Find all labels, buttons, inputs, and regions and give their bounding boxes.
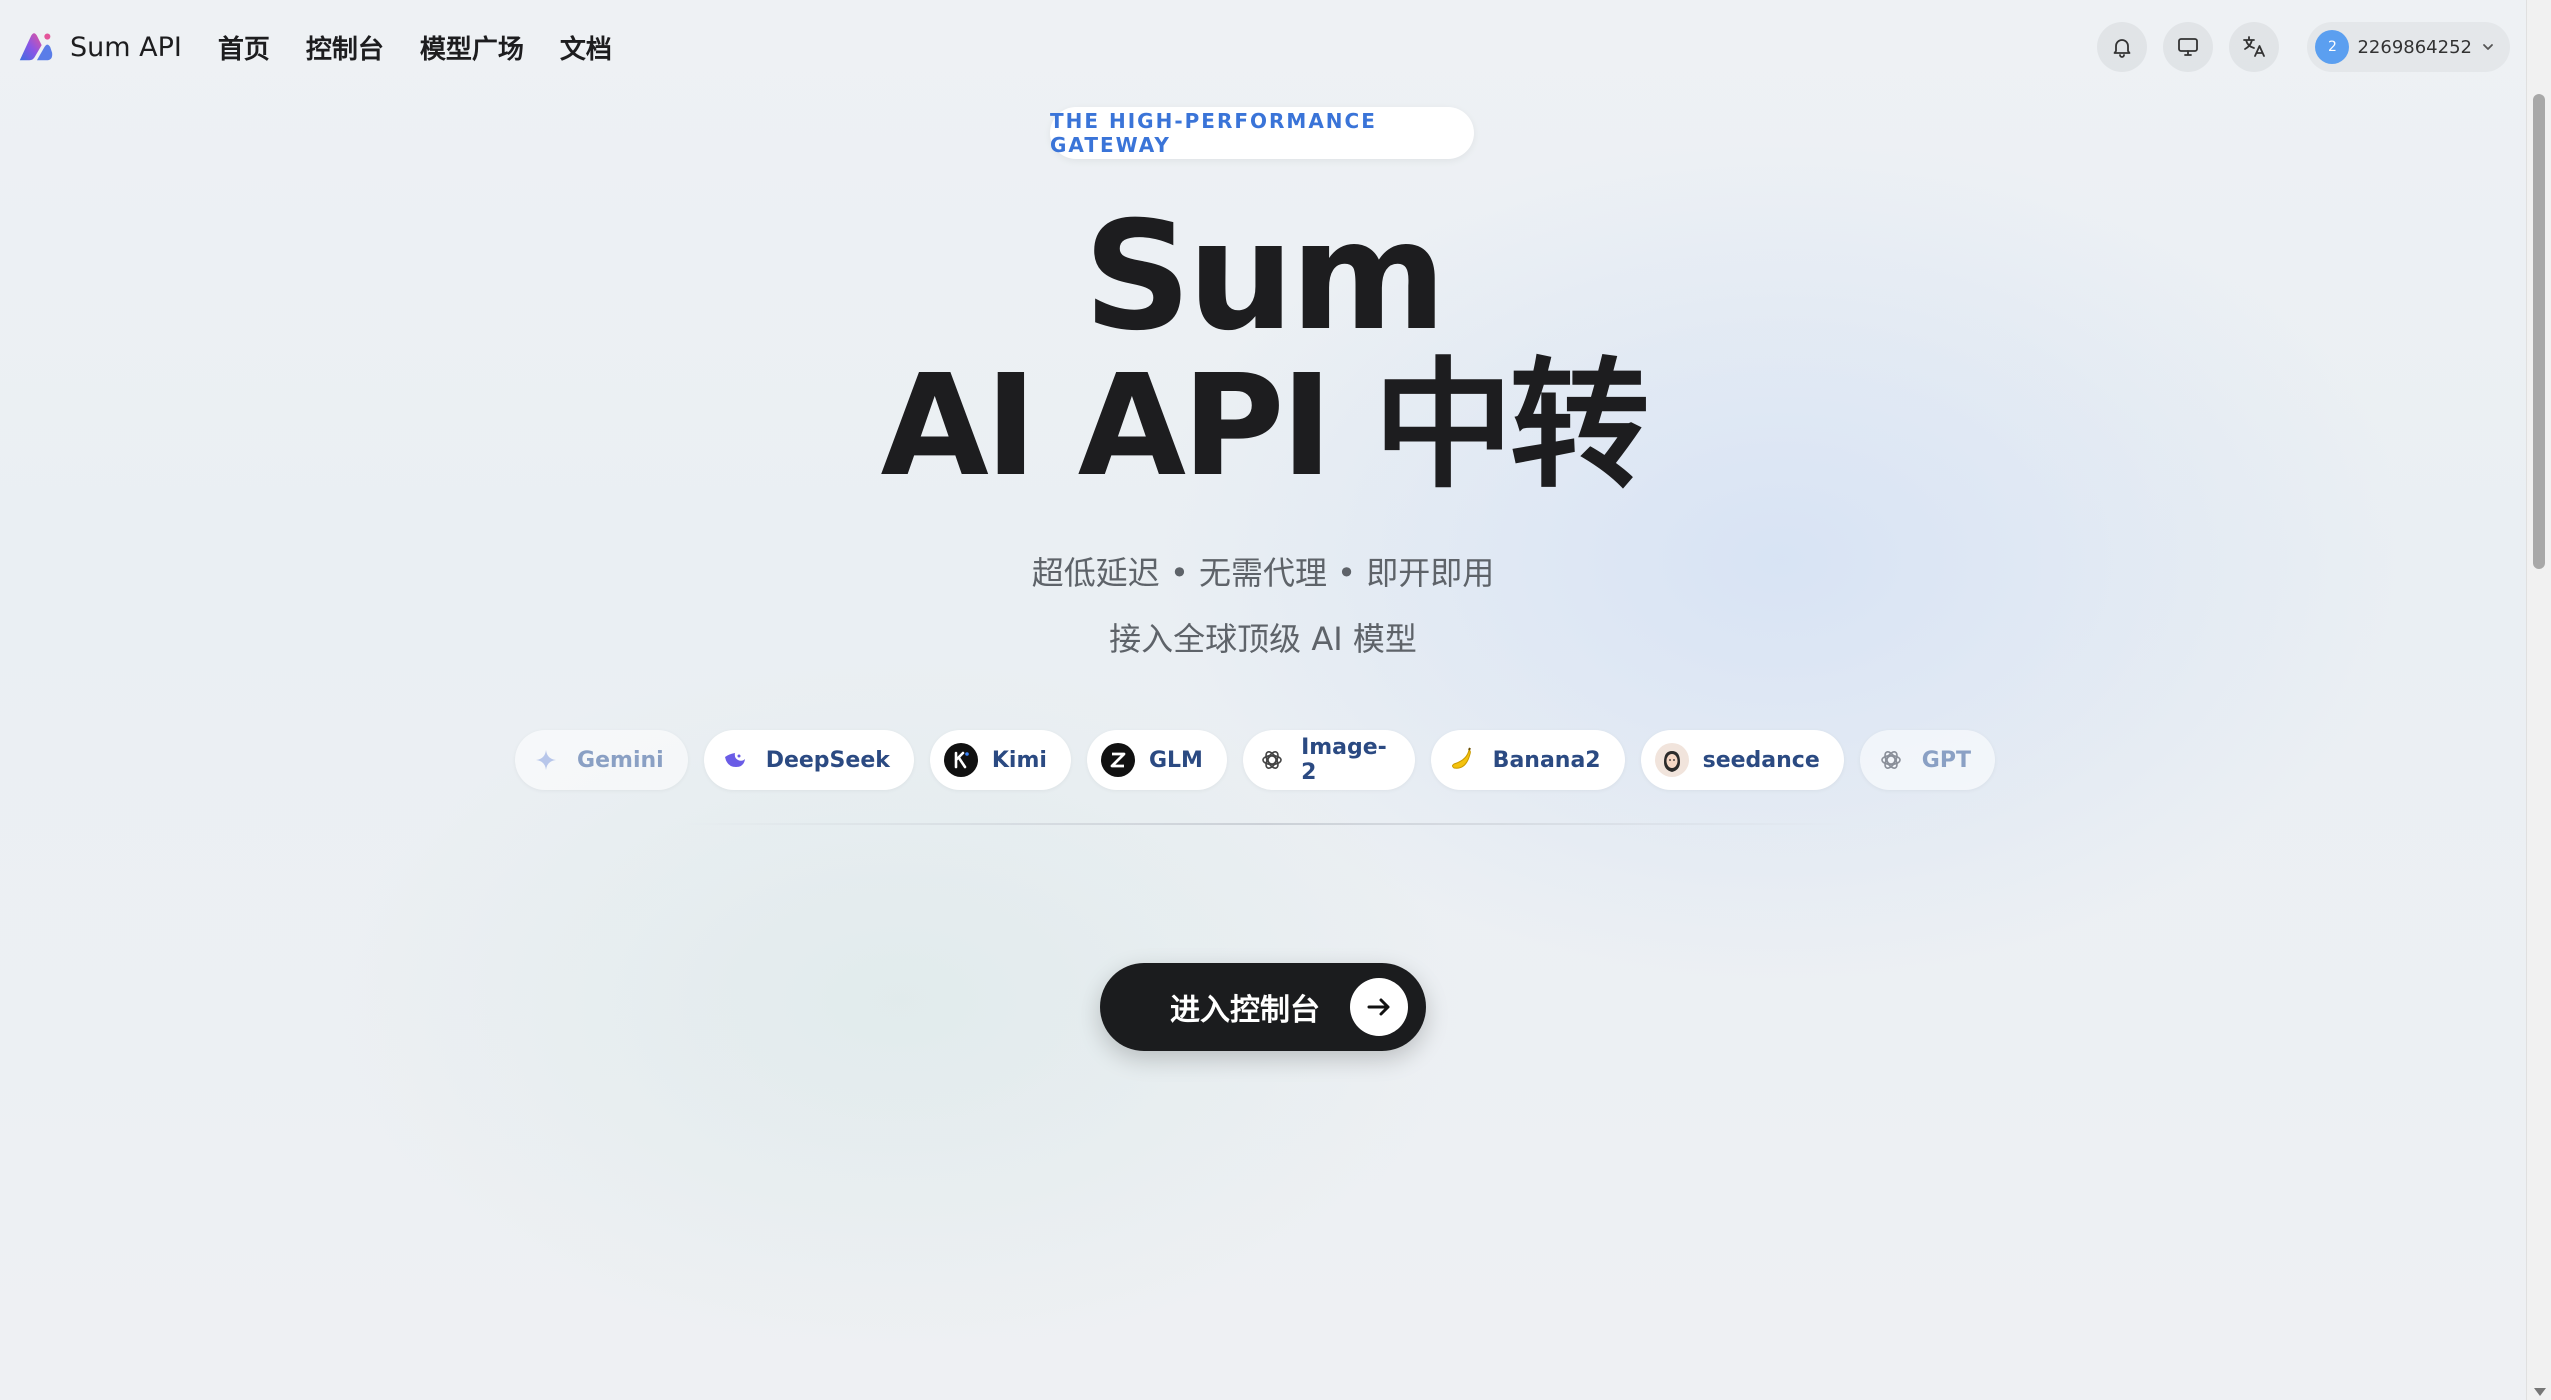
language-button[interactable] [2229,22,2280,72]
openai-icon [1257,743,1287,777]
model-chip-deepseek[interactable]: DeepSeek [703,730,914,790]
openai-icon [1874,743,1908,777]
header-actions: 2 2269864252 [2097,22,2510,72]
model-chip-glm[interactable]: GLM [1086,730,1227,790]
hero-title-line2: AI API 中转 [880,345,1650,508]
kimi-icon [943,743,978,777]
nav-item-docs[interactable]: 文档 [560,29,612,66]
model-chip-label: seedance [1702,747,1820,773]
brand: Sum API 首页 控制台 模型广场 文档 [16,28,612,66]
page-scrollbar[interactable] [2526,0,2551,1400]
enter-console-label: 进入控制台 [1170,993,1320,1028]
nav-item-model-plaza[interactable]: 模型广场 [420,29,524,66]
model-chip-label: GLM [1148,747,1203,773]
bell-icon [2114,39,2131,58]
chevron-down-icon [2483,44,2493,50]
top-nav-bar: Sum API 首页 控制台 模型广场 文档 2 2269864252 [0,0,2526,94]
glm-icon [1100,743,1135,777]
gemini-icon [529,743,563,777]
model-chip-label: DeepSeek [765,747,890,773]
enter-console-button[interactable]: 进入控制台 [1100,963,1426,1051]
nav-item-console[interactable]: 控制台 [306,29,384,66]
notifications-button[interactable] [2097,22,2148,72]
model-chip-seedance[interactable]: seedance [1640,730,1844,790]
avatar: 2 [2315,30,2350,64]
deepseek-icon [718,743,752,777]
scrollbar-thumb[interactable] [2533,94,2545,569]
hero-subtitle-features: 超低延迟 • 无需代理 • 即开即用 [1031,554,1495,592]
model-chip-label: Banana2 [1492,747,1601,773]
brand-name[interactable]: Sum API [70,32,182,63]
arrow-right-icon [1350,978,1408,1036]
model-chip-gpt[interactable]: GPT [1859,730,1995,790]
main-nav: 首页 控制台 模型广场 文档 [218,29,612,66]
banana-icon [1445,743,1479,777]
model-chip-kimi[interactable]: Kimi [929,730,1071,790]
model-chip-image-2[interactable]: Image-2 [1242,730,1415,790]
seedance-icon [1654,743,1689,777]
username: 2269864252 [2357,36,2472,58]
divider [680,823,1850,825]
scroll-down-arrow-icon[interactable] [2534,1388,2546,1396]
tagline-badge: THE HIGH-PERFORMANCE GATEWAY [1050,107,1474,159]
hero-subtitle-models: 接入全球顶级 AI 模型 [1109,620,1417,658]
model-chip-label: GPT [1921,747,1971,773]
model-chip-label: Gemini [577,747,664,773]
translate-icon [2243,36,2266,57]
nav-item-home[interactable]: 首页 [218,29,270,66]
model-chip-label: Kimi [991,747,1047,773]
model-chip-list: Gemini DeepSeek Kimi GLM Image-2 Banana2… [515,730,1995,790]
monitor-icon [2178,38,2199,56]
model-chip-banana2[interactable]: Banana2 [1430,730,1625,790]
model-chip-gemini[interactable]: Gemini [515,730,688,790]
hero-title-line1: Sum [1083,190,1446,364]
display-theme-button[interactable] [2163,22,2214,72]
sum-api-logo-icon[interactable] [16,28,54,66]
user-menu[interactable]: 2 2269864252 [2307,22,2510,72]
model-chip-label: Image-2 [1301,735,1387,785]
